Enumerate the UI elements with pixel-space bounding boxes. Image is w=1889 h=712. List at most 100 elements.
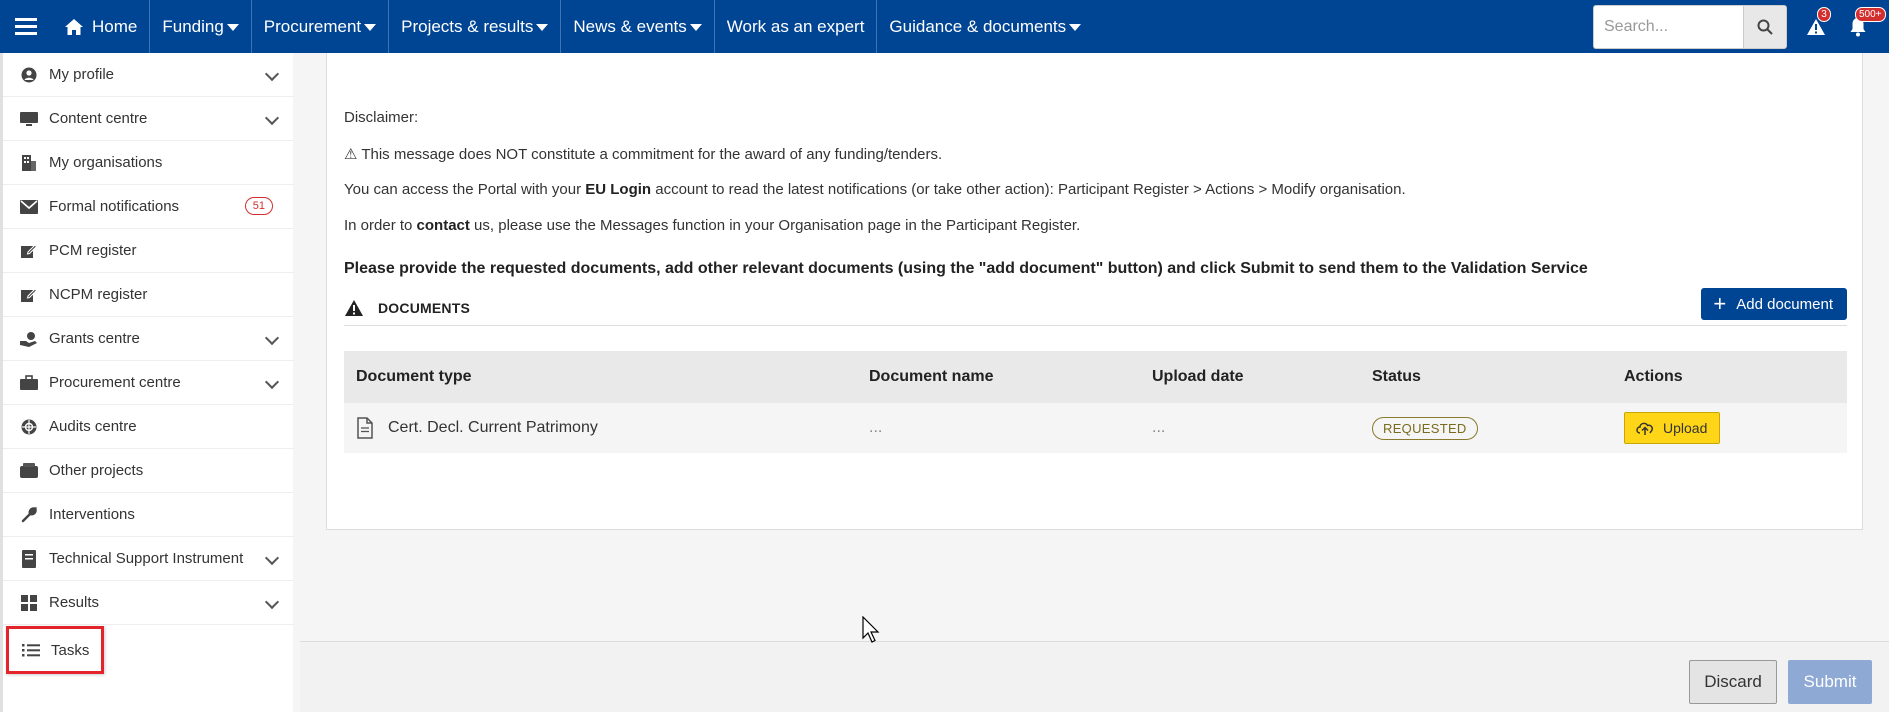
sidebar-item-my-profile[interactable]: My profile bbox=[3, 53, 293, 97]
documents-header: DOCUMENTS + Add document bbox=[344, 288, 1847, 326]
sidebar-item-other-projects[interactable]: Other projects bbox=[3, 449, 293, 493]
nav-home[interactable]: Home bbox=[52, 0, 151, 53]
status-badge: REQUESTED bbox=[1372, 416, 1478, 440]
plus-icon: + bbox=[1713, 291, 1727, 316]
nav-funding[interactable]: Funding bbox=[150, 0, 252, 53]
cell-upload-date: ... bbox=[1152, 419, 1166, 436]
briefcase-icon bbox=[19, 374, 39, 392]
grid-icon bbox=[19, 594, 39, 612]
chevron-down-icon[interactable] bbox=[264, 330, 280, 346]
validation-card: Disclaimer: ⚠ This message does NOT cons… bbox=[326, 53, 1863, 530]
nav-funding-label: Funding bbox=[162, 16, 224, 36]
text-segment: In order to bbox=[344, 217, 417, 234]
caret-down-icon bbox=[1069, 24, 1082, 31]
nav-home-label: Home bbox=[92, 16, 138, 36]
add-document-label: Add document bbox=[1736, 295, 1833, 313]
eu-login-text: EU Login bbox=[585, 181, 652, 198]
sidebar: My profile Content centre My organisatio… bbox=[0, 53, 293, 712]
notifications-button[interactable]: 500+ bbox=[1841, 0, 1886, 53]
search-input[interactable] bbox=[1593, 4, 1743, 49]
sidebar-item-label: Procurement centre bbox=[49, 374, 181, 391]
documents-title: DOCUMENTS bbox=[378, 299, 471, 316]
upload-instruction: Please provide the requested documents, … bbox=[344, 260, 1588, 277]
list-icon bbox=[21, 641, 41, 659]
wrench-icon bbox=[19, 506, 39, 524]
sidebar-item-grants-centre[interactable]: Grants centre bbox=[3, 317, 293, 361]
top-navigation: Home Funding Procurement Projects & resu… bbox=[0, 0, 1889, 53]
sidebar-item-ncpm-register[interactable]: NCPM register bbox=[3, 273, 293, 317]
crosshair-icon bbox=[19, 418, 39, 436]
sidebar-item-content-centre[interactable]: Content centre bbox=[3, 97, 293, 141]
sidebar-item-label: Audits centre bbox=[49, 418, 137, 435]
caret-down-icon bbox=[689, 24, 702, 31]
text-segment: account to read the latest notifications… bbox=[651, 181, 1406, 198]
nav-news-events[interactable]: News & events bbox=[561, 0, 715, 53]
sidebar-item-label: NCPM register bbox=[49, 286, 148, 303]
table-header: Document type Document name Upload date … bbox=[344, 351, 1847, 403]
sidebar-item-label: Other projects bbox=[49, 462, 144, 479]
menu-icon[interactable] bbox=[0, 0, 52, 53]
nav-procurement-label: Procurement bbox=[263, 16, 362, 36]
sidebar-item-label: Interventions bbox=[49, 506, 135, 523]
discard-button[interactable]: Discard bbox=[1689, 660, 1777, 704]
alerts-badge: 3 bbox=[1817, 7, 1831, 22]
nav-news-label: News & events bbox=[573, 16, 687, 36]
chevron-down-icon[interactable] bbox=[264, 374, 280, 390]
notifications-badge: 500+ bbox=[1855, 7, 1886, 22]
disclaimer-line-contact: In order to contact us, please use the M… bbox=[344, 217, 1080, 234]
search-icon bbox=[1757, 19, 1773, 35]
caret-down-icon bbox=[364, 24, 377, 31]
sidebar-item-label: Content centre bbox=[49, 110, 148, 127]
table-row: Cert. Decl. Current Patrimony ... ... RE… bbox=[344, 403, 1847, 453]
chevron-down-icon[interactable] bbox=[264, 550, 280, 566]
sidebar-item-audits-centre[interactable]: Audits centre bbox=[3, 405, 293, 449]
add-document-button[interactable]: + Add document bbox=[1701, 288, 1847, 320]
chevron-down-icon[interactable] bbox=[264, 594, 280, 610]
sidebar-item-results[interactable]: Results bbox=[3, 581, 293, 625]
mouse-cursor-icon bbox=[862, 616, 880, 643]
document-stack-icon bbox=[19, 549, 39, 568]
envelope-icon bbox=[19, 198, 39, 216]
sidebar-item-procurement-centre[interactable]: Procurement centre bbox=[3, 361, 293, 405]
hand-coin-icon bbox=[19, 330, 39, 348]
nav-work-as-expert[interactable]: Work as an expert bbox=[715, 0, 878, 53]
col-actions: Actions bbox=[1624, 368, 1683, 385]
sidebar-item-formal-notifications[interactable]: Formal notifications 51 bbox=[3, 185, 293, 229]
caret-down-icon bbox=[536, 24, 549, 31]
sidebar-item-my-organisations[interactable]: My organisations bbox=[3, 141, 293, 185]
search-button[interactable] bbox=[1743, 4, 1787, 49]
sidebar-item-tasks[interactable]: Tasks bbox=[6, 626, 104, 674]
sidebar-item-label: Grants centre bbox=[49, 330, 140, 347]
nav-guidance-documents[interactable]: Guidance & documents bbox=[877, 0, 1093, 53]
home-icon bbox=[65, 18, 83, 35]
sidebar-item-label: My organisations bbox=[49, 154, 163, 171]
sidebar-item-technical-support-instrument[interactable]: Technical Support Instrument bbox=[3, 537, 293, 581]
sidebar-item-label: Technical Support Instrument bbox=[49, 550, 244, 567]
disclaimer-line-commitment: ⚠ This message does NOT constitute a com… bbox=[344, 146, 943, 163]
sidebar-item-interventions[interactable]: Interventions bbox=[3, 493, 293, 537]
sidebar-item-label: My profile bbox=[49, 66, 115, 83]
disclaimer-heading: Disclaimer: bbox=[344, 109, 419, 126]
submit-button[interactable]: Submit bbox=[1788, 660, 1872, 704]
col-document-name: Document name bbox=[869, 368, 994, 385]
cell-document-type: Cert. Decl. Current Patrimony bbox=[344, 417, 857, 439]
upload-button[interactable]: Upload bbox=[1624, 412, 1721, 444]
cell-actions: Upload bbox=[1612, 412, 1847, 444]
chevron-down-icon[interactable] bbox=[264, 110, 280, 126]
disclaimer-line-eu-login: You can access the Portal with your EU L… bbox=[344, 181, 1406, 198]
sidebar-item-label: Formal notifications bbox=[49, 198, 180, 215]
col-document-type: Document type bbox=[356, 368, 472, 385]
upload-label: Upload bbox=[1663, 420, 1708, 436]
documents-table: Document type Document name Upload date … bbox=[344, 351, 1847, 453]
sidebar-item-pcm-register[interactable]: PCM register bbox=[3, 229, 293, 273]
chevron-down-icon[interactable] bbox=[264, 66, 280, 82]
alerts-button[interactable]: 3 bbox=[1799, 0, 1833, 53]
edit-square-icon bbox=[19, 242, 39, 260]
nav-projects-results[interactable]: Projects & results bbox=[389, 0, 562, 53]
col-upload-date: Upload date bbox=[1152, 368, 1244, 385]
document-type-text: Cert. Decl. Current Patrimony bbox=[388, 419, 598, 436]
monitor-icon bbox=[19, 110, 39, 128]
notification-count-badge: 51 bbox=[244, 197, 273, 215]
search-box bbox=[1593, 4, 1787, 49]
nav-procurement[interactable]: Procurement bbox=[252, 0, 390, 53]
